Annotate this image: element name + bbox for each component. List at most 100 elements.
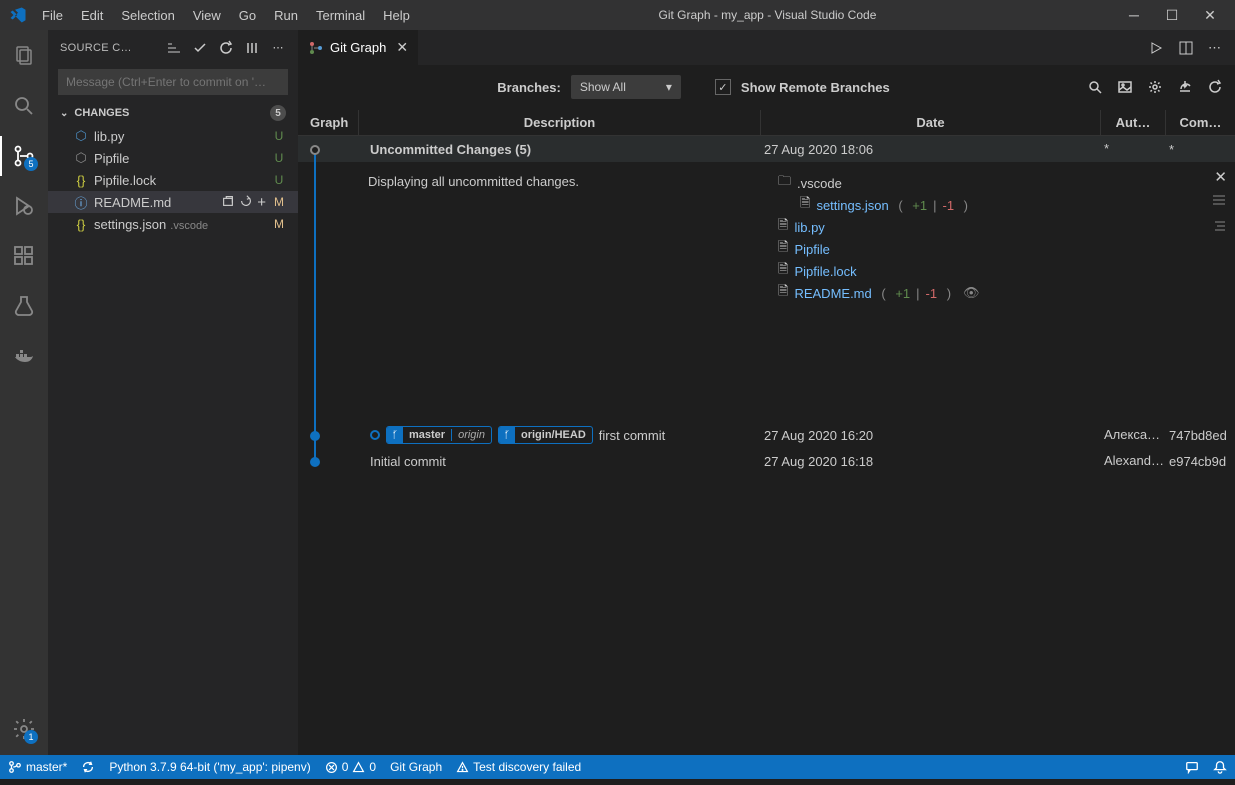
file-type-icon: ⬡ xyxy=(72,150,90,166)
col-description[interactable]: Description xyxy=(358,110,760,135)
status-problems[interactable]: 0 0 xyxy=(325,760,376,774)
minimize-button[interactable]: ─ xyxy=(1117,3,1151,27)
split-icon[interactable] xyxy=(1178,40,1194,56)
refresh-icon[interactable] xyxy=(218,40,234,56)
fetch-icon[interactable] xyxy=(1177,79,1193,95)
run-icon[interactable] xyxy=(1148,40,1164,56)
more-icon[interactable]: ⋯ xyxy=(270,40,286,56)
eye-icon[interactable]: 👁 xyxy=(963,285,980,301)
open-file-icon[interactable] xyxy=(221,194,235,211)
show-remote-checkbox[interactable] xyxy=(715,79,731,95)
menu-help[interactable]: Help xyxy=(375,4,418,27)
sidebar: SOURCE C… ⋯ ⌄ CHANGES 5 ⬡lib.pyU⬡Pipfile… xyxy=(48,30,298,755)
tree-file[interactable]: 🗎Pipfile xyxy=(778,238,1199,260)
menu-file[interactable]: File xyxy=(34,4,71,27)
scm-badge: 5 xyxy=(24,157,38,171)
status-bell-icon[interactable] xyxy=(1213,760,1227,774)
activity-search[interactable] xyxy=(0,86,48,126)
commit-row-uncommitted[interactable]: Uncommitted Changes (5) 27 Aug 2020 18:0… xyxy=(298,136,1235,162)
changes-section[interactable]: ⌄ CHANGES 5 xyxy=(48,101,298,125)
more-actions-icon[interactable]: ⋯ xyxy=(1208,40,1221,56)
file-status: M xyxy=(272,195,286,209)
activity-docker[interactable] xyxy=(0,336,48,376)
status-git-graph[interactable]: Git Graph xyxy=(390,760,442,774)
status-python[interactable]: Python 3.7.9 64-bit ('my_app': pipenv) xyxy=(109,760,310,774)
file-row[interactable]: {}settings.json.vscodeM xyxy=(48,213,298,235)
activity-settings[interactable]: 1 xyxy=(0,709,48,749)
maximize-button[interactable]: ☐ xyxy=(1155,3,1189,27)
commit-desc: first commit xyxy=(599,428,665,443)
menu-run[interactable]: Run xyxy=(266,4,306,27)
tree-folder-vscode[interactable]: 🗀 .vscode xyxy=(778,172,1199,194)
reload-icon[interactable] xyxy=(1207,79,1223,95)
commit-detail: Displaying all uncommitted changes. ✕ 🗀 … xyxy=(298,162,1235,422)
list-view-icon[interactable] xyxy=(1211,192,1227,208)
file-status: U xyxy=(272,151,286,165)
file-icon: 🗎 xyxy=(778,282,788,304)
ref-master[interactable]: ᚶmasterorigin xyxy=(386,426,492,444)
ref-origin-head[interactable]: ᚶorigin/HEAD xyxy=(498,426,593,444)
menu-selection[interactable]: Selection xyxy=(113,4,182,27)
image-icon[interactable] xyxy=(1117,79,1133,95)
tab-label: Git Graph xyxy=(330,40,386,55)
tab-git-graph[interactable]: Git Graph ✕ xyxy=(298,30,418,65)
tree-view-icon[interactable] xyxy=(1211,218,1227,234)
stage-icon[interactable] xyxy=(244,40,260,56)
branches-label: Branches: xyxy=(497,80,561,95)
menu-terminal[interactable]: Terminal xyxy=(308,4,373,27)
discard-icon[interactable] xyxy=(239,194,253,211)
status-branch[interactable]: master* xyxy=(8,760,67,774)
commit-row[interactable]: ᚶmasterorigin ᚶorigin/HEAD first commit … xyxy=(298,422,1235,448)
menu-view[interactable]: View xyxy=(185,4,229,27)
uncommitted-author: * xyxy=(1100,136,1165,162)
menu-go[interactable]: Go xyxy=(231,4,264,27)
close-button[interactable]: ✕ xyxy=(1193,3,1227,27)
head-indicator-icon xyxy=(370,430,380,440)
settings-icon[interactable] xyxy=(1147,79,1163,95)
menu-edit[interactable]: Edit xyxy=(73,4,111,27)
tree-file-settings[interactable]: 🗎 settings.json ( +1 | -1 ) xyxy=(778,194,1199,216)
activity-run[interactable] xyxy=(0,186,48,226)
file-icon: 🗎 xyxy=(778,238,788,260)
sidebar-header: SOURCE C… ⋯ xyxy=(48,30,298,65)
file-row[interactable]: {}Pipfile.lockU xyxy=(48,169,298,191)
search-icon[interactable] xyxy=(1087,79,1103,95)
file-list: ⬡lib.pyU⬡PipfileU{}Pipfile.lockUⓘREADME.… xyxy=(48,125,298,235)
status-feedback-icon[interactable] xyxy=(1185,760,1199,774)
file-icon: 🗎 xyxy=(778,216,788,238)
commit-icon[interactable] xyxy=(192,40,208,56)
tab-close-icon[interactable]: ✕ xyxy=(396,39,408,56)
uncommitted-desc: Uncommitted Changes (5) xyxy=(370,142,531,157)
tree-file-readme[interactable]: 🗎 README.md ( +1 | -1 ) 👁 xyxy=(778,282,1199,304)
commit-hash: 747bd8ed xyxy=(1165,422,1235,448)
view-tree-icon[interactable] xyxy=(166,40,182,56)
file-row[interactable]: ⬡lib.pyU xyxy=(48,125,298,147)
file-row[interactable]: ⓘREADME.md+M xyxy=(48,191,298,213)
git-graph-header: Graph Description Date Aut… Com… xyxy=(298,110,1235,136)
tree-file[interactable]: 🗎Pipfile.lock xyxy=(778,260,1199,282)
commit-row[interactable]: Initial commit 27 Aug 2020 16:18 Alexand… xyxy=(298,448,1235,474)
menu-bar: File Edit Selection View Go Run Terminal… xyxy=(34,4,418,27)
file-name: settings.json.vscode xyxy=(94,217,272,232)
col-author[interactable]: Aut… xyxy=(1100,110,1165,135)
activity-scm[interactable]: 5 xyxy=(0,136,48,176)
status-test[interactable]: Test discovery failed xyxy=(456,760,581,774)
col-commit[interactable]: Com… xyxy=(1165,110,1235,135)
file-icon: 🗎 xyxy=(778,260,788,282)
status-sync[interactable] xyxy=(81,760,95,774)
commit-message-input[interactable] xyxy=(58,69,288,95)
col-graph[interactable]: Graph xyxy=(298,110,358,135)
commit-author: Алекса… xyxy=(1100,422,1165,448)
col-date[interactable]: Date xyxy=(760,110,1100,135)
file-row[interactable]: ⬡PipfileU xyxy=(48,147,298,169)
stage-file-icon[interactable]: + xyxy=(257,194,266,211)
commit-date: 27 Aug 2020 16:20 xyxy=(760,422,1100,448)
file-status: U xyxy=(272,129,286,143)
activity-test[interactable] xyxy=(0,286,48,326)
file-type-icon: ⬡ xyxy=(72,128,90,144)
tree-file[interactable]: 🗎lib.py xyxy=(778,216,1199,238)
branches-select[interactable]: Show All ▾ xyxy=(571,75,681,99)
activity-explorer[interactable] xyxy=(0,36,48,76)
detail-close-icon[interactable]: ✕ xyxy=(1214,168,1227,186)
activity-extensions[interactable] xyxy=(0,236,48,276)
